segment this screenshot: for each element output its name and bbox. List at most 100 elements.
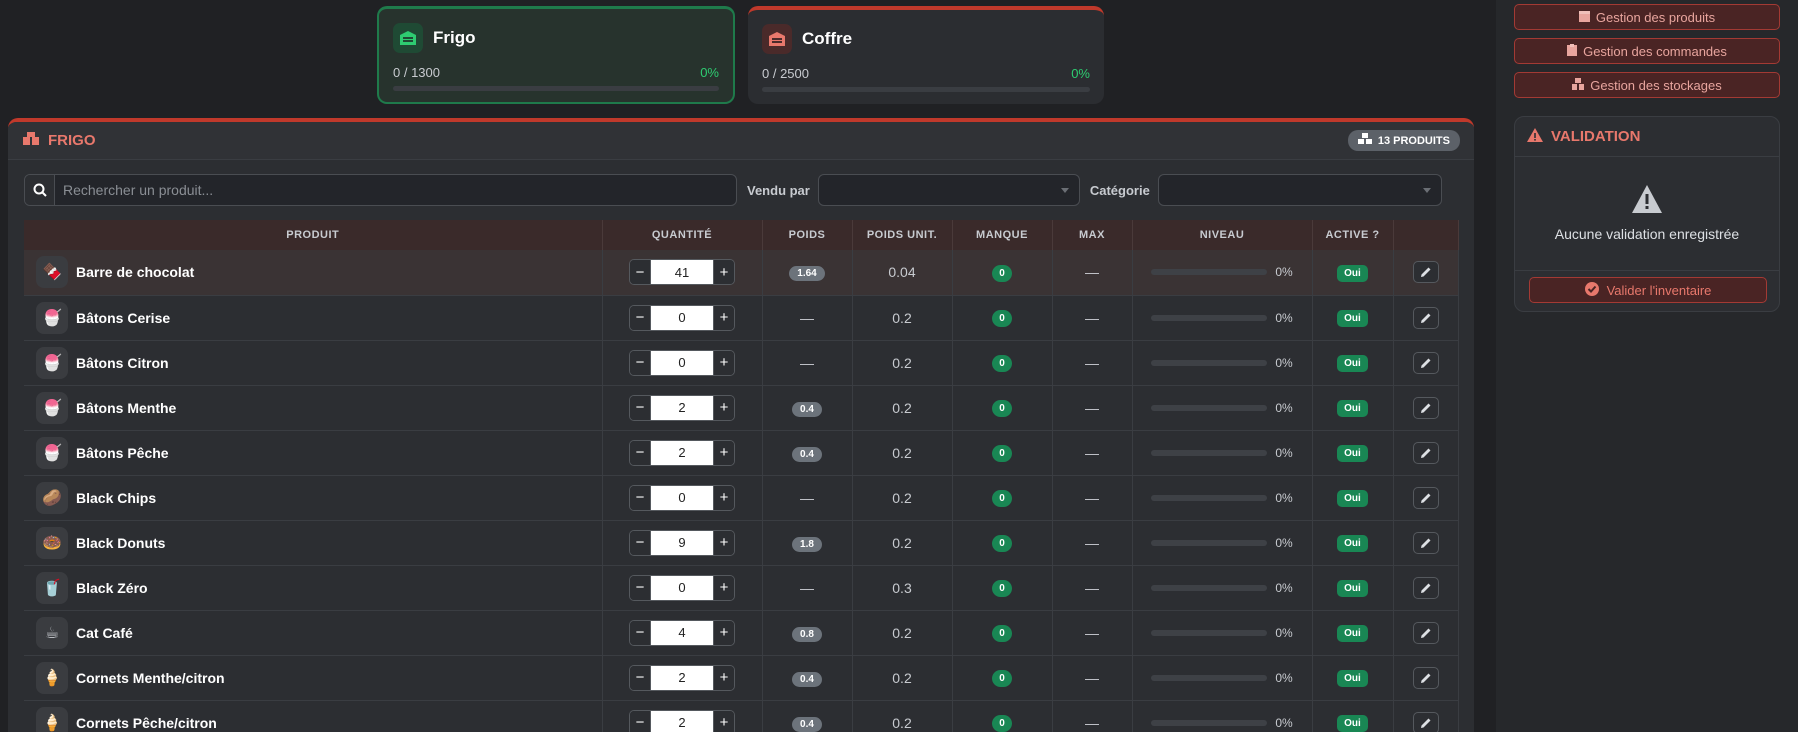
max-value: —: [1052, 385, 1133, 430]
decrement-button[interactable]: −: [630, 575, 650, 600]
edit-button[interactable]: [1412, 396, 1439, 419]
quantity-input[interactable]: 2: [650, 395, 714, 420]
edit-button[interactable]: [1412, 576, 1439, 599]
edit-button[interactable]: [1412, 531, 1439, 554]
quantity-input[interactable]: 41: [650, 260, 714, 285]
active-badge[interactable]: Oui: [1337, 670, 1368, 687]
warehouse-icon: [762, 24, 792, 54]
manage-orders-button[interactable]: Gestion des commandes: [1514, 38, 1780, 64]
edit-button[interactable]: [1412, 261, 1439, 284]
increment-button[interactable]: +: [714, 260, 734, 285]
level-percent: 0%: [1275, 445, 1293, 460]
increment-button[interactable]: +: [714, 620, 734, 645]
col-header-manque[interactable]: MANQUE: [952, 220, 1053, 250]
active-badge[interactable]: Oui: [1337, 535, 1368, 552]
storage-card-coffre[interactable]: Coffre 0 / 2500 0%: [748, 6, 1104, 104]
sold-by-select[interactable]: [817, 174, 1080, 206]
inventory-panel: FRIGO 13 PRODUITS Vendu par Catégorie: [8, 118, 1474, 732]
active-badge[interactable]: Oui: [1337, 490, 1368, 507]
quantity-input[interactable]: 2: [650, 665, 714, 690]
edit-button[interactable]: [1412, 441, 1439, 464]
level-percent: 0%: [1275, 265, 1293, 280]
storage-usage: 0 / 1300: [393, 65, 440, 80]
clipboard-icon: [1567, 43, 1578, 59]
table-row: 🍫 Barre de chocolat − 41 + 1.64 0.04 0 —…: [24, 250, 1459, 295]
col-header-active[interactable]: ACTIVE ?: [1312, 220, 1394, 250]
max-value: —: [1052, 340, 1133, 385]
storage-card-frigo[interactable]: Frigo 0 / 1300 0%: [377, 6, 735, 104]
quantity-input[interactable]: 4: [650, 620, 714, 645]
product-name: Bâtons Menthe: [76, 399, 177, 416]
quantity-input[interactable]: 2: [650, 710, 714, 732]
product-name: Black Chips: [76, 489, 157, 506]
col-header-poids[interactable]: POIDS: [762, 220, 853, 250]
increment-button[interactable]: +: [714, 350, 734, 375]
increment-button[interactable]: +: [714, 485, 734, 510]
decrement-button[interactable]: −: [630, 485, 650, 510]
quantity-input[interactable]: 0: [650, 575, 714, 600]
product-icon: 🍩: [36, 526, 68, 559]
level-bar: [1151, 449, 1268, 456]
quantity-input[interactable]: 0: [650, 305, 714, 330]
increment-button[interactable]: +: [714, 710, 734, 732]
search-input[interactable]: [55, 175, 736, 205]
level-percent: 0%: [1275, 400, 1293, 415]
edit-button[interactable]: [1412, 666, 1439, 689]
manque-badge: 0: [992, 445, 1012, 462]
quantity-input[interactable]: 2: [650, 440, 714, 465]
active-badge[interactable]: Oui: [1337, 264, 1368, 282]
col-header-niveau[interactable]: NIVEAU: [1132, 220, 1313, 250]
manage-products-button[interactable]: Gestion des produits: [1514, 4, 1780, 30]
decrement-button[interactable]: −: [630, 440, 650, 465]
product-name: Cornets Menthe/citron: [76, 669, 225, 686]
edit-button[interactable]: [1412, 621, 1439, 644]
active-badge[interactable]: Oui: [1337, 400, 1368, 417]
increment-button[interactable]: +: [714, 440, 734, 465]
search-icon[interactable]: [25, 175, 55, 205]
decrement-button[interactable]: −: [630, 710, 650, 732]
level-percent: 0%: [1275, 625, 1293, 640]
active-badge[interactable]: Oui: [1337, 715, 1368, 732]
col-header-quantite[interactable]: QUANTITÉ: [602, 220, 763, 250]
increment-button[interactable]: +: [714, 530, 734, 555]
active-badge[interactable]: Oui: [1337, 310, 1368, 327]
cubes-icon: [1357, 133, 1372, 148]
decrement-button[interactable]: −: [630, 530, 650, 555]
quantity-input[interactable]: 0: [650, 485, 714, 510]
decrement-button[interactable]: −: [630, 350, 650, 375]
active-badge[interactable]: Oui: [1337, 580, 1368, 597]
decrement-button[interactable]: −: [630, 305, 650, 330]
increment-button[interactable]: +: [714, 395, 734, 420]
storage-percent: 0%: [1071, 66, 1090, 81]
decrement-button[interactable]: −: [630, 260, 650, 285]
pencil-icon: [1420, 313, 1430, 323]
product-icon: 🥤: [36, 571, 68, 604]
decrement-button[interactable]: −: [630, 620, 650, 645]
unit-weight: 0.2: [852, 295, 953, 340]
edit-button[interactable]: [1412, 486, 1439, 509]
decrement-button[interactable]: −: [630, 395, 650, 420]
category-select[interactable]: [1157, 174, 1442, 206]
active-badge[interactable]: Oui: [1337, 445, 1368, 462]
active-badge[interactable]: Oui: [1337, 355, 1368, 372]
col-header-max[interactable]: MAX: [1052, 220, 1133, 250]
quantity-input[interactable]: 0: [650, 350, 714, 375]
decrement-button[interactable]: −: [630, 665, 650, 690]
quantity-input[interactable]: 9: [650, 530, 714, 555]
active-badge[interactable]: Oui: [1337, 625, 1368, 642]
validate-inventory-button[interactable]: Valider l'inventaire: [1529, 277, 1767, 303]
poids-badge: 0.4: [792, 401, 822, 417]
increment-button[interactable]: +: [714, 665, 734, 690]
level-percent: 0%: [1275, 715, 1293, 730]
col-header-produit[interactable]: PRODUIT: [24, 220, 603, 250]
edit-button[interactable]: [1412, 306, 1439, 329]
increment-button[interactable]: +: [714, 575, 734, 600]
col-header-poids-unit[interactable]: POIDS UNIT.: [852, 220, 953, 250]
manage-storages-button[interactable]: Gestion des stockages: [1514, 72, 1780, 98]
max-value: —: [1052, 700, 1133, 732]
edit-button[interactable]: [1412, 711, 1439, 732]
edit-button[interactable]: [1412, 351, 1439, 374]
max-value: —: [1052, 565, 1133, 610]
increment-button[interactable]: +: [714, 305, 734, 330]
product-icon: 🍧: [36, 391, 68, 424]
